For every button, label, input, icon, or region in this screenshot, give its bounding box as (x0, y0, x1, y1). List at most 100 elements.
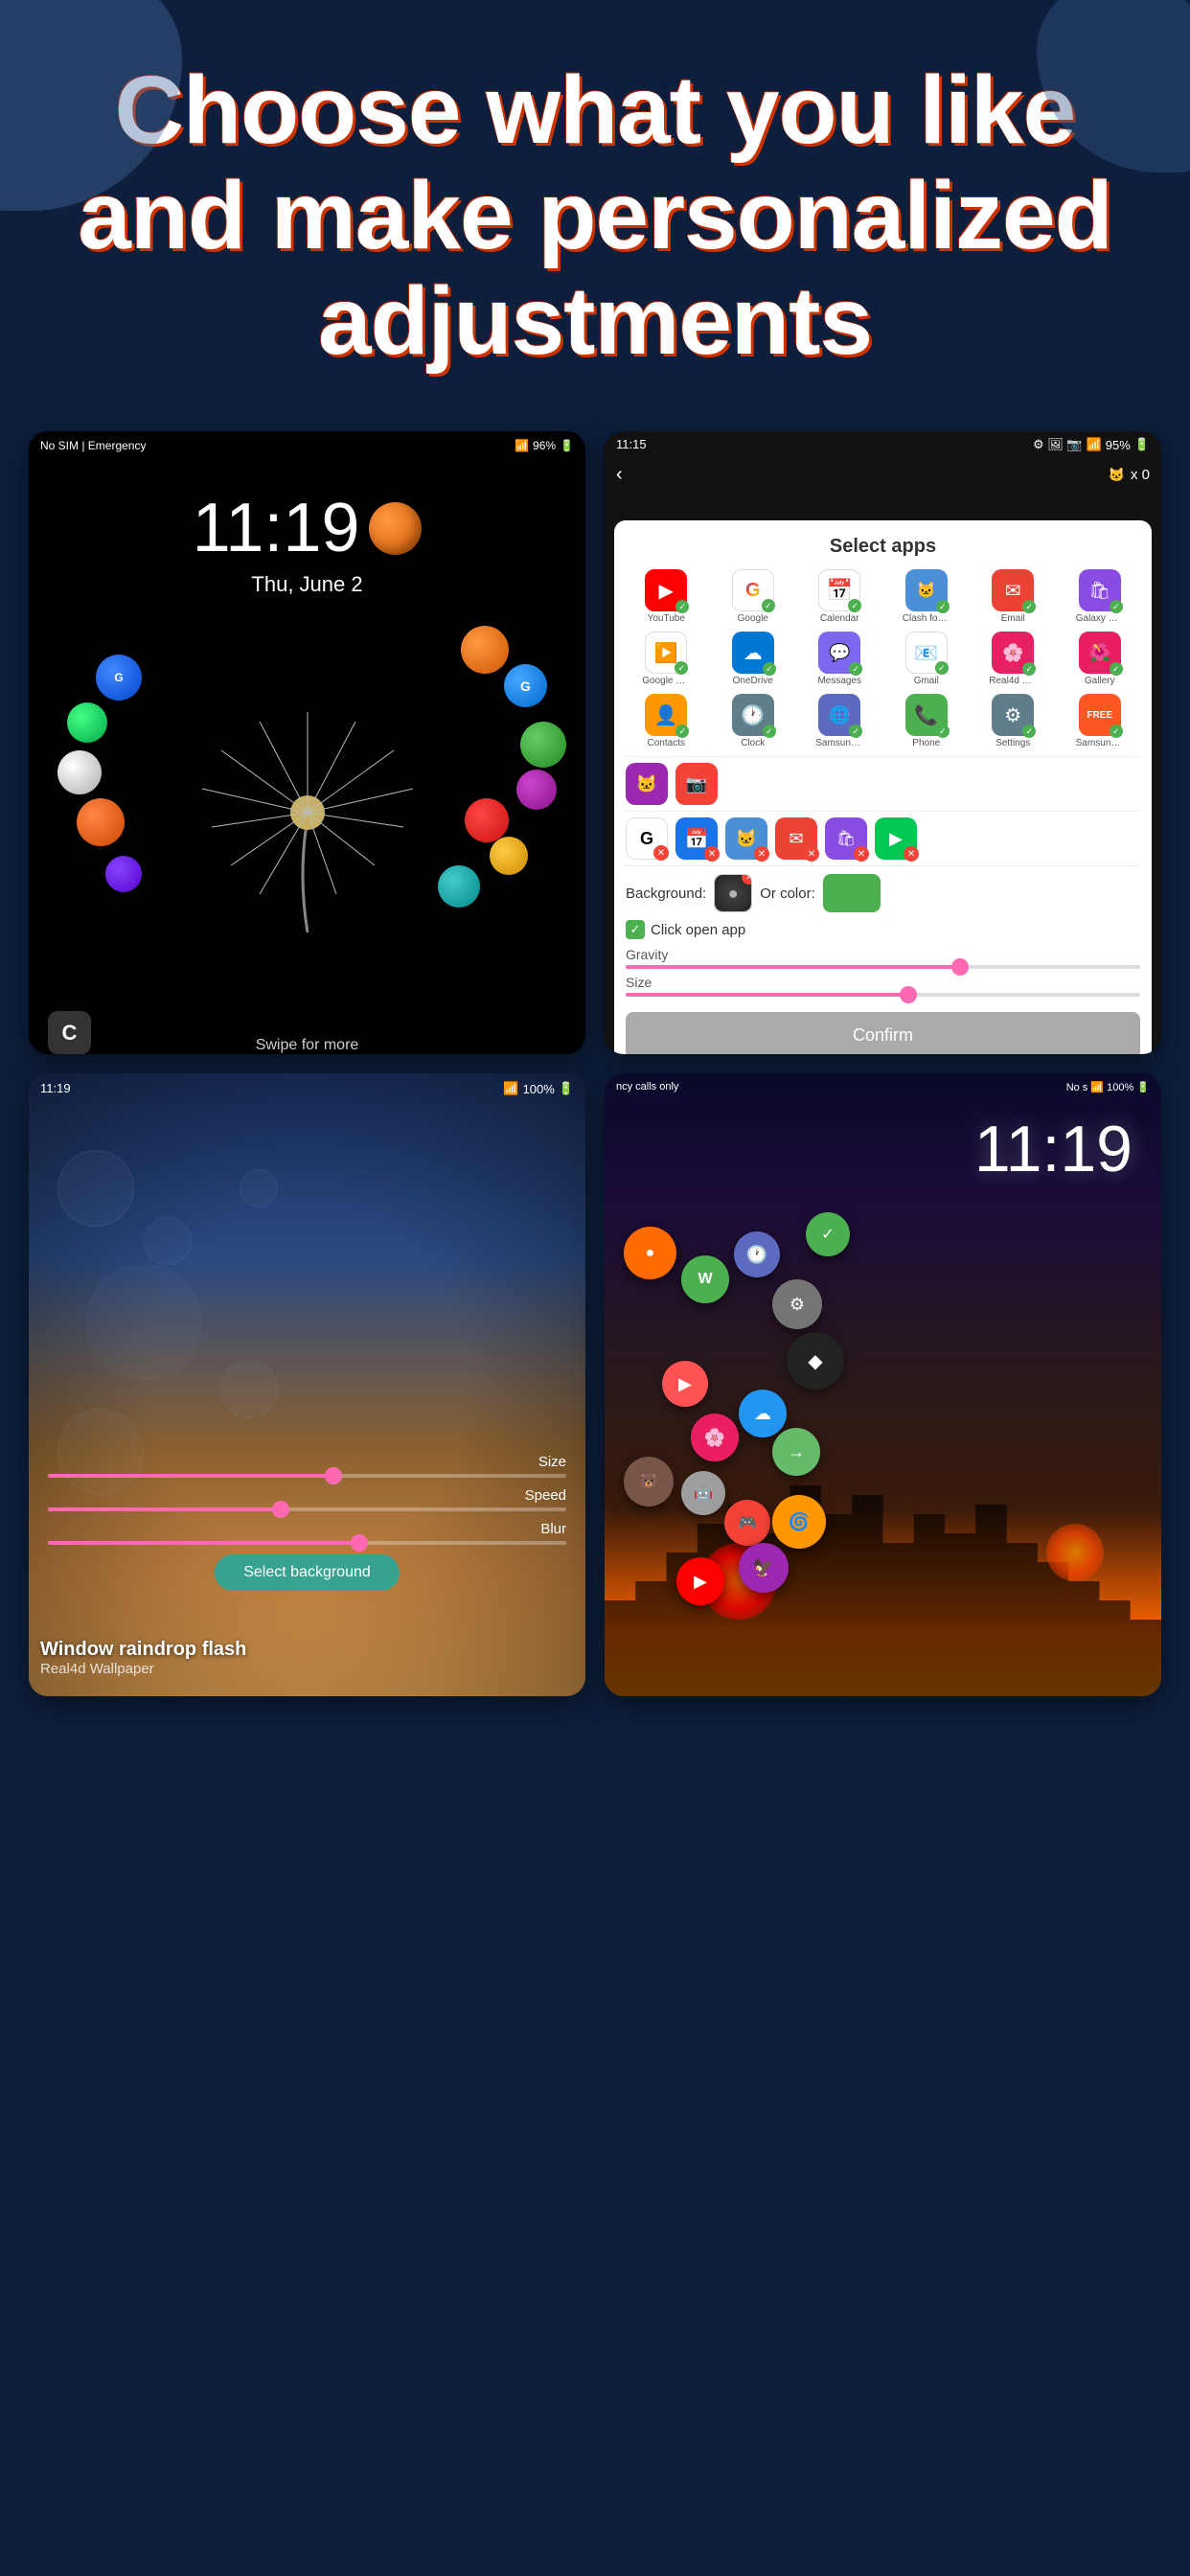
selected-clash-icon: 🐱 ✕ (725, 817, 767, 860)
email-icon: ✉ ✓ (992, 569, 1034, 611)
remove-email[interactable]: ✕ (804, 846, 819, 862)
size-ctrl-thumb[interactable] (325, 1467, 342, 1484)
app-ball-purple (516, 770, 557, 810)
check-play: ✓ (675, 661, 688, 675)
selected-clash[interactable]: 🐱 ✕ (725, 817, 767, 860)
coin-display: 🐱 x 0 (1109, 464, 1150, 486)
battery-indicator: 96% (533, 439, 556, 452)
confirm-button[interactable]: Confirm (626, 1012, 1140, 1054)
gravity-fill (626, 965, 960, 969)
check-gmail: ✓ (935, 661, 949, 675)
float-icon-bear: 🐻 (624, 1457, 674, 1506)
app-item-clash[interactable]: 🐱 ✓ Clash for An... (886, 569, 968, 624)
check-onedrive: ✓ (763, 662, 776, 676)
check-clock: ✓ (763, 724, 776, 738)
selected-email[interactable]: ✉ ✕ (775, 817, 817, 860)
check-messages: ✓ (849, 662, 862, 676)
size-ctrl-track[interactable] (48, 1474, 566, 1478)
app-item-play[interactable]: ▶️ ✓ Google Play... (626, 632, 707, 686)
speed-ctrl-track[interactable] (48, 1507, 566, 1511)
samsung-fr-icon: FREE ✓ (1079, 694, 1121, 736)
size-thumb[interactable] (900, 986, 917, 1003)
clock-label: Clock (741, 738, 765, 748)
app-item-calendar[interactable]: 📅 ✓ Calendar (799, 569, 881, 624)
app-item-clock[interactable]: 🕐 ✓ Clock (713, 694, 794, 748)
speed-ctrl-thumb[interactable] (272, 1501, 289, 1518)
samsung-int-icon: 🌐 ✓ (818, 694, 860, 736)
app-item-samsung-int[interactable]: 🌐 ✓ Samsung Int... (799, 694, 881, 748)
phone2-statusbar: 11:15 ⚙ 🖼 📷 📶 95%🔋 (605, 431, 1161, 458)
real4d-label: Real4d Wall... (989, 676, 1037, 686)
app-item-camera[interactable]: 📷 (675, 763, 718, 805)
selected-galaxy[interactable]: 🛍 ✕ (825, 817, 867, 860)
galaxy-label: Galaxy Store (1076, 613, 1124, 624)
clash-icon: 🐱 ✓ (905, 569, 948, 611)
float-icon-unity: ◆ (787, 1332, 844, 1390)
selected-google[interactable]: G ✕ (626, 817, 668, 860)
remove-play[interactable]: ✕ (904, 846, 919, 862)
app-item-phone[interactable]: 📞 ✓ Phone (886, 694, 968, 748)
selected-calendar[interactable]: 📅 ✕ (675, 817, 718, 860)
blur-ctrl-track[interactable] (48, 1541, 566, 1545)
app-item-contacts[interactable]: 👤 ✓ Contacts (626, 694, 707, 748)
phone-icon: 📞 ✓ (905, 694, 948, 736)
float-icon-nova: 🌀 (772, 1495, 826, 1549)
app-item-gallery[interactable]: 🌺 ✓ Gallery (1060, 632, 1141, 686)
app-item-messages[interactable]: 💬 ✓ Messages (799, 632, 881, 686)
app-ball-orange (461, 626, 509, 674)
gravity-thumb[interactable] (951, 958, 969, 976)
phone3-statusbar: 11:19 📶 100%🔋 (29, 1073, 585, 1104)
float-icon-word: W (681, 1255, 729, 1303)
app-item-extra[interactable]: 🐱 (626, 763, 668, 805)
click-open-checkbox[interactable]: ✓ (626, 920, 645, 939)
email-label: Email (1001, 613, 1025, 624)
statusbar-icons: 📶 96% 🔋 (515, 439, 574, 452)
selected-calendar-icon: 📅 ✕ (675, 817, 718, 860)
back-icon[interactable]: ‹ (616, 464, 623, 486)
size-track[interactable] (626, 993, 1140, 997)
statusbar-time: 11:15 (616, 437, 647, 452)
app-item-email[interactable]: ✉ ✓ Email (973, 569, 1054, 624)
select-background-button[interactable]: Select background (215, 1554, 400, 1591)
app-item-settings[interactable]: ⚙ ✓ Settings (973, 694, 1054, 748)
app-item-real4d[interactable]: 🌸 ✓ Real4d Wall... (973, 632, 1054, 686)
phone-city: ncy calls only No s 📶 100% 🔋 11:19 ● W 🕐… (605, 1073, 1161, 1696)
phone3-right-status: 📶 100%🔋 (503, 1081, 574, 1096)
app-ball-red (465, 798, 509, 842)
app-ball-teal (438, 865, 480, 908)
size-label: Size (626, 975, 1140, 990)
app-item-galaxy-store[interactable]: 🛍 ✓ Galaxy Store (1060, 569, 1141, 624)
blur-ctrl-thumb[interactable] (351, 1534, 368, 1552)
check-galaxy: ✓ (1110, 600, 1123, 613)
remove-galaxy[interactable]: ✕ (854, 846, 869, 862)
statusbar-right-icons: ⚙ 🖼 📷 📶 95%🔋 (1033, 437, 1150, 452)
settings-label: Settings (995, 738, 1030, 748)
top-spacer (605, 492, 1161, 520)
color-swatch[interactable] (823, 874, 881, 912)
swipe-hint: Swipe for more (256, 1037, 359, 1054)
check-clash: ✓ (936, 600, 950, 613)
gravity-track[interactable] (626, 965, 1140, 969)
contacts-label: Contacts (648, 738, 685, 748)
camera-icon: 📷 (675, 763, 718, 805)
blur-control: Blur (48, 1521, 566, 1545)
float-icon-gallery2: 🌸 (691, 1414, 739, 1461)
click-open-label: Click open app (651, 922, 745, 938)
real4d-icon: 🌸 ✓ (992, 632, 1034, 674)
phone-select-apps: 11:15 ⚙ 🖼 📷 📶 95%🔋 ‹ 🐱 x 0 Select apps (605, 431, 1161, 1054)
app-item-youtube[interactable]: ▶ ✓ YouTube (626, 569, 707, 624)
bg-swatch[interactable]: ● ✕ (714, 874, 752, 912)
float-icon-phoenix: 🦅 (739, 1543, 789, 1593)
remove-calendar[interactable]: ✕ (704, 846, 720, 862)
clock-ball-decoration (369, 502, 422, 555)
app-item-samsung-fr[interactable]: FREE ✓ Samsung Fr... (1060, 694, 1141, 748)
phone3-battery: 100% (523, 1082, 555, 1096)
app-item-gmail[interactable]: 📧 ✓ Gmail (886, 632, 968, 686)
phone2-topbar: ‹ 🐱 x 0 (605, 458, 1161, 492)
remove-google[interactable]: ✕ (653, 845, 669, 861)
app-item-google[interactable]: G ✓ Google (713, 569, 794, 624)
selected-play[interactable]: ▶ ✕ (875, 817, 917, 860)
remove-clash[interactable]: ✕ (754, 846, 769, 862)
check-real4d: ✓ (1022, 662, 1036, 676)
app-item-onedrive[interactable]: ☁ ✓ OneDrive (713, 632, 794, 686)
